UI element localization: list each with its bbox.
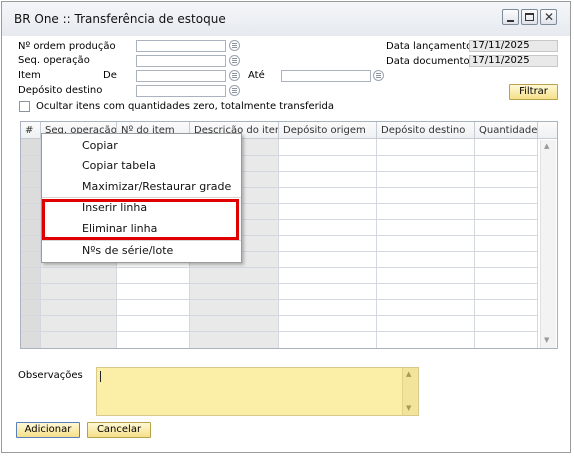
cancelar-button[interactable]: Cancelar xyxy=(87,422,151,438)
col-header-quantity[interactable]: Quantidade xyxy=(475,122,538,139)
close-button[interactable]: ✕ xyxy=(540,9,557,25)
data-documento-field[interactable]: 17/11/2025 xyxy=(469,55,558,67)
scroll-up-icon[interactable]: ▲ xyxy=(406,370,411,378)
row-divider xyxy=(21,331,538,332)
deposito-input[interactable] xyxy=(136,85,226,97)
window-title: BR One :: Transferência de estoque xyxy=(14,12,226,26)
menu-item-copiar[interactable]: Copiar xyxy=(82,139,118,152)
item-to-label: Até xyxy=(248,70,265,81)
ordem-label: Nº ordem produção xyxy=(18,41,116,52)
item-label: Item xyxy=(18,70,41,81)
title-bar: BR One :: Transferência de estoque ✕ xyxy=(2,2,570,36)
observacoes-scrollbar[interactable]: ▲ ▼ xyxy=(402,368,418,415)
col-header-origin[interactable]: Depósito origem xyxy=(279,122,377,139)
minimize-icon xyxy=(507,20,514,22)
deposito-choose-icon[interactable] xyxy=(229,85,240,96)
menu-item-copiar-tabela[interactable]: Copiar tabela xyxy=(82,159,156,172)
seq-label: Seq. operação xyxy=(18,55,90,66)
ordem-choose-icon[interactable] xyxy=(229,40,240,51)
menu-item-maximizar[interactable]: Maximizar/Restaurar grade xyxy=(82,180,231,193)
maximize-button[interactable] xyxy=(521,9,538,25)
scroll-down-icon[interactable]: ▼ xyxy=(544,336,549,344)
data-lancamento-label: Data lançamento xyxy=(386,41,473,52)
item-from-input[interactable] xyxy=(136,70,226,82)
row-divider xyxy=(21,315,538,316)
ocultar-label: Ocultar itens com quantidades zero, tota… xyxy=(36,101,335,112)
col-header-spacer xyxy=(538,122,557,139)
data-lancamento-field[interactable]: 17/11/2025 xyxy=(469,40,558,52)
menu-separator xyxy=(42,240,241,241)
item-to-input[interactable] xyxy=(281,70,371,82)
row-divider xyxy=(21,283,538,284)
observacoes-textarea[interactable]: ▲ ▼ xyxy=(96,367,419,416)
highlight-box xyxy=(42,199,239,240)
item-from-label: De xyxy=(103,70,117,81)
filtrar-button[interactable]: Filtrar xyxy=(509,84,558,100)
transfer-window: BR One :: Transferência de estoque ✕ Nº … xyxy=(1,1,571,453)
ordem-input[interactable] xyxy=(136,40,226,52)
maximize-icon xyxy=(525,13,534,21)
deposito-label: Depósito destino xyxy=(18,85,103,96)
close-icon: ✕ xyxy=(544,10,555,24)
item-from-choose-icon[interactable] xyxy=(229,70,240,81)
col-header-destination[interactable]: Depósito destino xyxy=(377,122,475,139)
row-divider xyxy=(21,299,538,300)
item-to-choose-icon[interactable] xyxy=(373,70,384,81)
col-header-index[interactable]: # xyxy=(21,122,41,139)
data-documento-label: Data documento xyxy=(386,56,470,67)
observacoes-label: Observações xyxy=(18,370,83,381)
menu-item-series-lote[interactable]: Nºs de série/lote xyxy=(82,244,173,257)
scroll-up-icon[interactable]: ▲ xyxy=(544,142,549,150)
grid-scrollbar[interactable]: ▲ ▼ xyxy=(540,140,556,348)
ocultar-checkbox[interactable] xyxy=(19,101,30,112)
menu-separator xyxy=(42,197,241,198)
scroll-down-icon[interactable]: ▼ xyxy=(406,404,411,412)
row-divider xyxy=(21,267,538,268)
text-cursor xyxy=(100,371,101,382)
minimize-button[interactable] xyxy=(502,9,519,25)
seq-input[interactable] xyxy=(136,55,226,67)
seq-choose-icon[interactable] xyxy=(229,55,240,66)
adicionar-button[interactable]: Adicionar xyxy=(16,422,80,438)
